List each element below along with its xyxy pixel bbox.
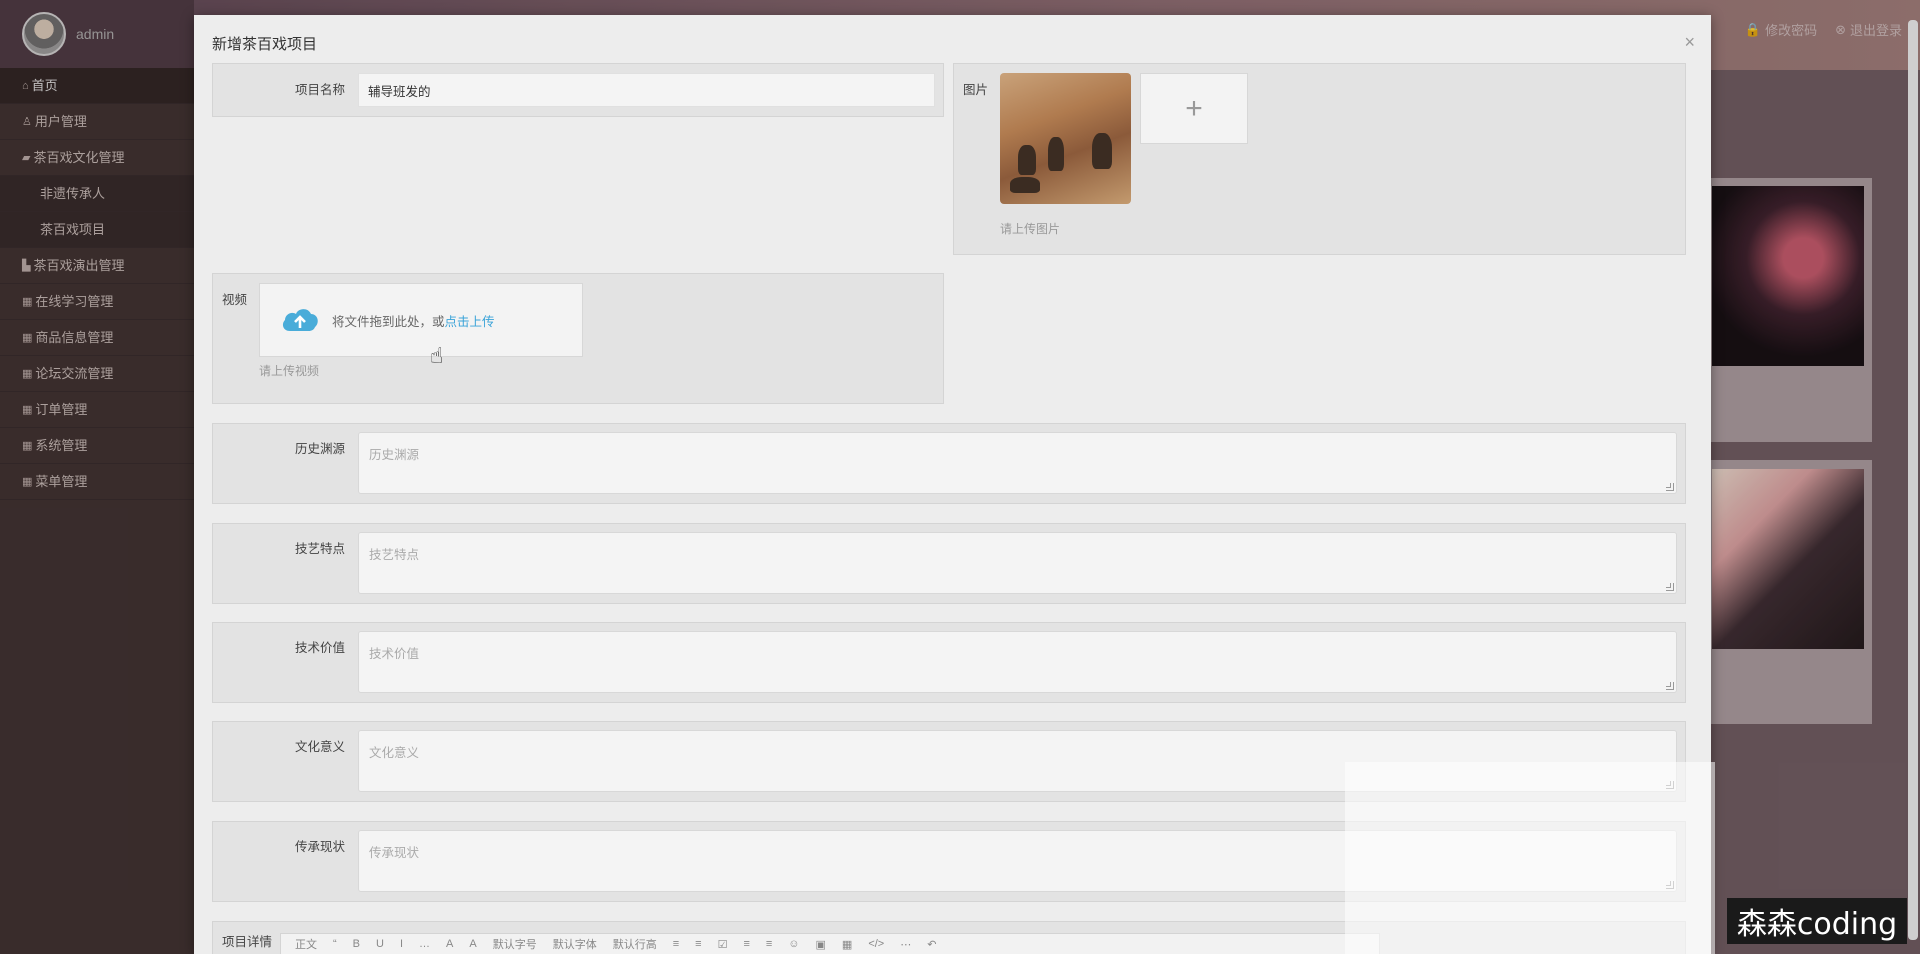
tech-value-field-panel: 技术价值 技术价值 — [212, 622, 1686, 703]
toolbar-number-list[interactable]: ≡ — [695, 938, 701, 950]
toolbar-font-size[interactable]: 默认字号 — [493, 936, 537, 952]
page-scrollbar[interactable] — [1908, 20, 1918, 940]
status-label: 传承现状 — [295, 840, 346, 854]
video-hint: 请上传视频 — [259, 364, 320, 378]
history-label: 历史渊源 — [295, 442, 346, 456]
status-placeholder: 传承现状 — [369, 846, 420, 860]
culture-label: 文化意义 — [295, 740, 346, 754]
craft-placeholder: 技艺特点 — [369, 548, 420, 562]
toolbar-emoji[interactable]: ☺ — [788, 938, 799, 950]
toolbar-line-height[interactable]: 默认行高 — [613, 936, 657, 952]
project-name-input[interactable]: 辅导班发的 — [358, 73, 935, 107]
craft-label: 技艺特点 — [295, 542, 346, 556]
image-hint: 请上传图片 — [1000, 222, 1061, 236]
craft-field-panel: 技艺特点 技艺特点 — [212, 523, 1686, 604]
toolbar-image[interactable]: ▣ — [816, 938, 826, 951]
history-textarea[interactable]: 历史渊源 — [358, 432, 1677, 494]
toolbar-underline[interactable]: U — [376, 938, 384, 950]
figure-shape — [1048, 137, 1064, 171]
dropzone-text: 将文件拖到此处，或点击上传 — [332, 311, 495, 330]
image-label: 图片 — [963, 83, 989, 97]
video-dropzone[interactable]: 将文件拖到此处，或点击上传 — [259, 283, 583, 357]
image-field-panel: 图片 + 请上传图片 — [953, 63, 1686, 255]
overlay-fade — [1345, 762, 1715, 954]
toolbar-code[interactable]: </> — [868, 938, 884, 950]
resize-handle[interactable] — [1666, 583, 1674, 591]
history-placeholder: 历史渊源 — [369, 448, 420, 462]
toolbar-todo[interactable]: ☑ — [718, 938, 728, 951]
project-name-value: 辅导班发的 — [368, 84, 431, 99]
toolbar-undo[interactable]: ↶ — [927, 938, 936, 951]
toolbar-font-color[interactable]: A — [446, 938, 453, 950]
tech-value-label: 技术价值 — [295, 641, 346, 655]
detail-label: 项目详情 — [222, 935, 273, 949]
toolbar-font-family[interactable]: 默认字体 — [553, 936, 597, 952]
culture-placeholder: 文化意义 — [369, 746, 420, 760]
toolbar-align[interactable]: ≡ — [743, 938, 749, 950]
toolbar-divider[interactable]: ⋯ — [900, 938, 911, 951]
name-label: 项目名称 — [295, 83, 346, 97]
toolbar-italic[interactable]: I — [400, 938, 403, 950]
toolbar-paragraph[interactable]: 正文 — [295, 936, 317, 952]
click-upload-link[interactable]: 点击上传 — [445, 315, 495, 329]
tech-value-textarea[interactable]: 技术价值 — [358, 631, 1677, 693]
plus-icon: + — [1185, 91, 1203, 125]
dialog-title: 新增茶百戏项目 — [212, 36, 318, 53]
uploaded-image-thumbnail[interactable] — [1000, 73, 1131, 204]
cloud-upload-icon — [280, 305, 320, 335]
toolbar-bullet-list[interactable]: ≡ — [673, 938, 679, 950]
toolbar-bg-color[interactable]: A — [469, 938, 476, 950]
image-upload-button[interactable]: + — [1140, 73, 1248, 144]
history-field-panel: 历史渊源 历史渊源 — [212, 423, 1686, 504]
tech-value-placeholder: 技术价值 — [369, 647, 420, 661]
toolbar-more[interactable]: … — [419, 938, 430, 950]
toolbar-quote[interactable]: “ — [333, 938, 337, 950]
video-field-panel: 视频 将文件拖到此处，或点击上传 请上传视频 — [212, 273, 944, 404]
toolbar-table[interactable]: ▦ — [842, 938, 852, 951]
figure-shape — [1092, 133, 1112, 169]
hand-cursor-icon: ☝ — [430, 343, 444, 368]
watermark: 森森coding — [1727, 898, 1907, 944]
close-icon[interactable]: × — [1684, 32, 1695, 53]
resize-handle[interactable] — [1666, 483, 1674, 491]
resize-handle[interactable] — [1666, 682, 1674, 690]
name-field-panel: 项目名称 辅导班发的 — [212, 63, 944, 117]
toolbar-indent[interactable]: ≡ — [766, 938, 772, 950]
toolbar-bold[interactable]: B — [353, 938, 360, 950]
craft-textarea[interactable]: 技艺特点 — [358, 532, 1677, 594]
figure-shape — [1018, 145, 1036, 175]
video-label: 视频 — [222, 293, 248, 307]
dropzone-instruction: 将文件拖到此处，或 — [332, 314, 445, 329]
figure-shape — [1010, 177, 1040, 193]
rich-editor-toolbar: 正文 “ B U I … A A 默认字号 默认字体 默认行高 ≡ ≡ ☑ ≡ … — [280, 933, 1380, 954]
